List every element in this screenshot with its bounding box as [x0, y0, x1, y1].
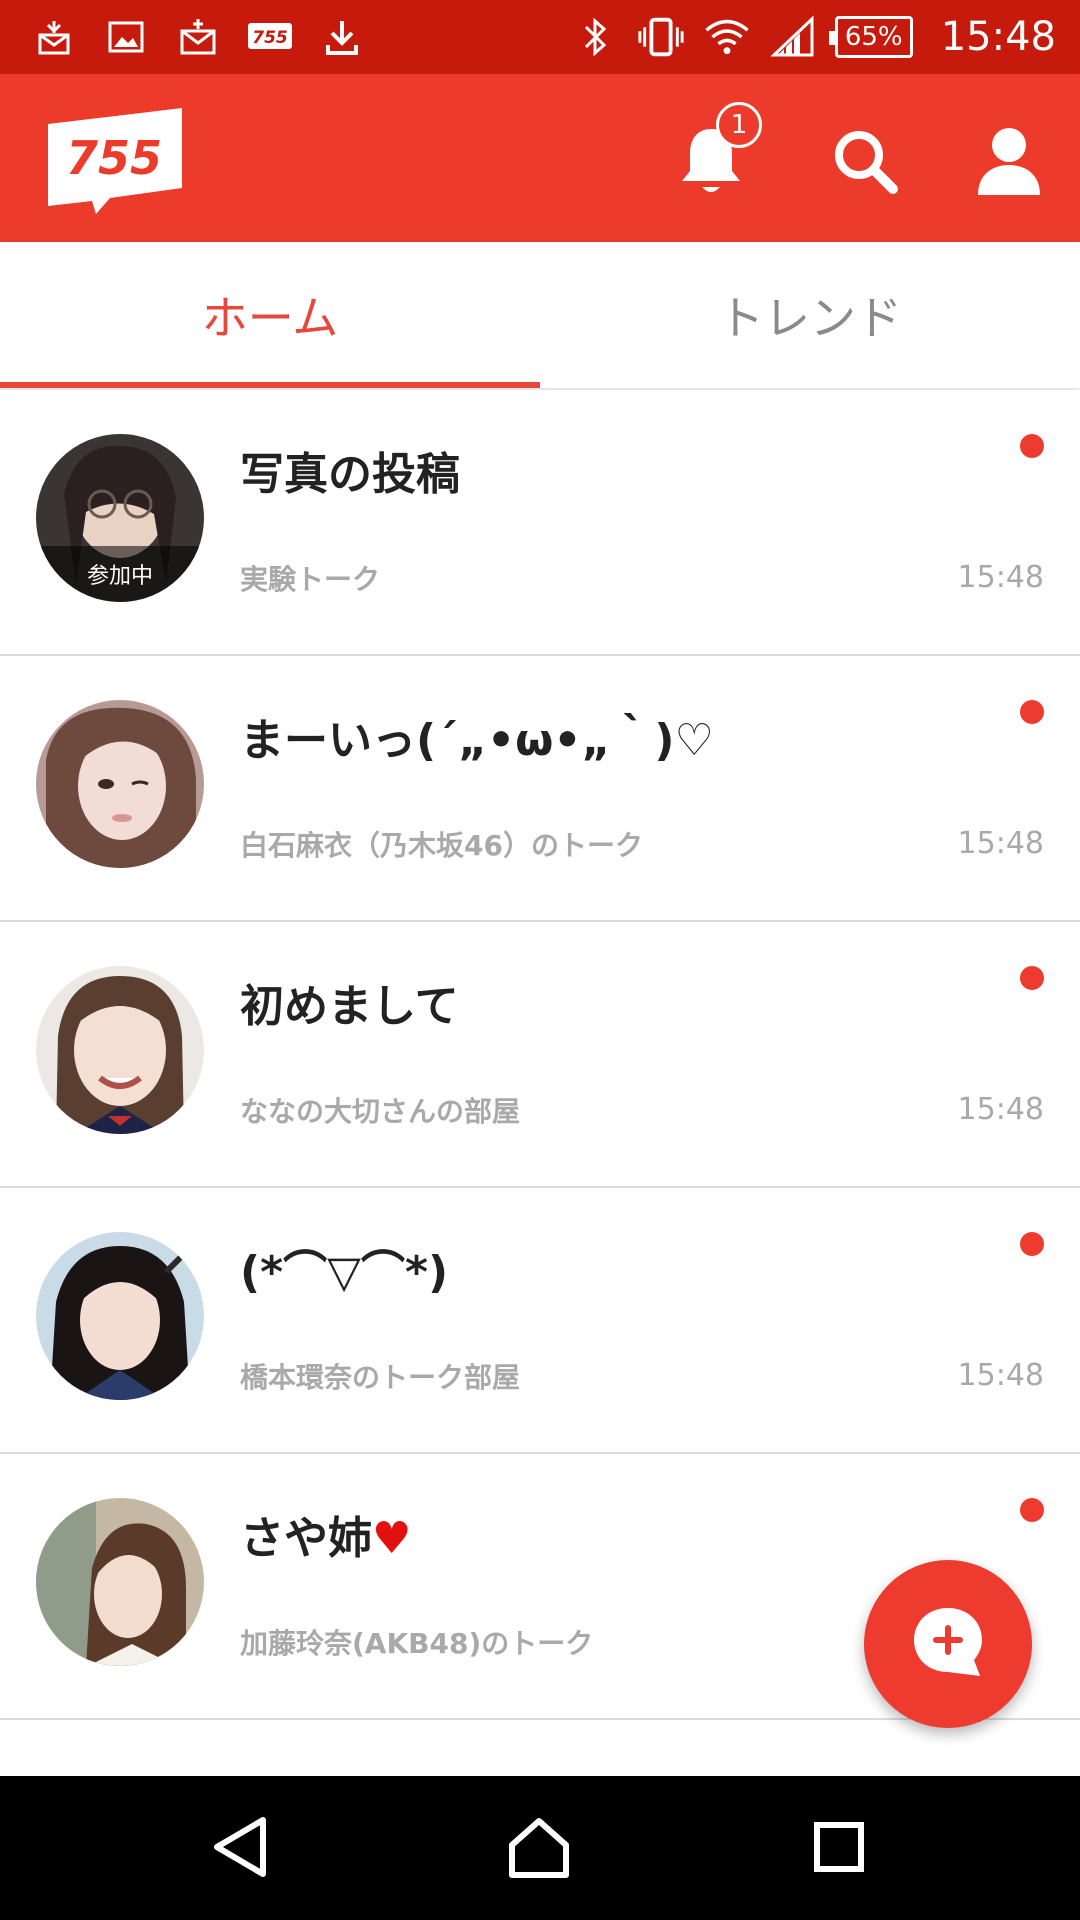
talk-title-text: さや姉	[240, 1513, 372, 1564]
avatar	[36, 966, 204, 1134]
navigation-bar	[0, 1776, 1080, 1920]
list-item[interactable]: (*⌒▽⌒*) 橋本環奈のトーク部屋 15:48	[0, 1188, 1080, 1454]
tab-home[interactable]: ホーム	[0, 242, 540, 388]
unread-dot	[1020, 1232, 1044, 1256]
vibrate-icon	[637, 13, 685, 61]
talk-title: さや姉♥	[240, 1502, 411, 1566]
back-icon	[211, 1814, 271, 1884]
status-bar-time: 15:48	[940, 14, 1056, 60]
unread-dot	[1020, 434, 1044, 458]
wifi-icon	[703, 13, 751, 61]
status-bar: 755 65% 15:48	[0, 0, 1080, 74]
talk-room-name: 白石麻衣（乃木坂46）のトーク	[240, 829, 643, 862]
list-item[interactable]: まーいっ(´„•ω•„｀)♡ 白石麻衣（乃木坂46）のトーク 15:48	[0, 656, 1080, 922]
svg-text:755: 755	[252, 28, 288, 48]
profile-icon	[974, 125, 1044, 201]
talk-title: 写真の投稿	[240, 449, 460, 500]
search-button[interactable]	[820, 118, 910, 208]
battery-indicator: 65%	[828, 16, 913, 58]
talk-time: 15:48	[957, 1358, 1044, 1393]
heart-icon: ♥	[372, 1513, 412, 1564]
avatar: 参加中	[36, 434, 204, 602]
profile-button[interactable]	[964, 118, 1054, 208]
avatar	[36, 1498, 204, 1666]
app-logo[interactable]: 755	[46, 106, 186, 214]
home-button[interactable]	[494, 1804, 584, 1894]
talk-time: 15:48	[957, 826, 1044, 861]
app-bar: 755 1	[0, 74, 1080, 242]
list-item[interactable]: 参加中 写真の投稿 実験トーク 15:48	[0, 390, 1080, 656]
talk-time: 15:48	[957, 560, 1044, 595]
unread-dot	[1020, 966, 1044, 990]
talk-title: (*⌒▽⌒*)	[240, 1247, 449, 1298]
talk-room-name: 橋本環奈のトーク部屋	[240, 1361, 521, 1394]
back-button[interactable]	[196, 1804, 286, 1894]
active-tab-indicator	[0, 382, 540, 388]
talk-title: 初めまして	[240, 981, 459, 1032]
list-item[interactable]: 初めまして ななの大切さんの部屋 15:48	[0, 922, 1080, 1188]
talk-room-name: 加藤玲奈(AKB48)のトーク	[240, 1627, 594, 1660]
talk-room-name: ななの大切さんの部屋	[240, 1095, 521, 1128]
unread-dot	[1020, 700, 1044, 724]
svg-text:755: 755	[66, 131, 162, 185]
new-talk-button[interactable]	[864, 1560, 1032, 1728]
avatar	[36, 1232, 204, 1400]
home-icon	[506, 1815, 572, 1883]
talk-room-name: 実験トーク	[240, 563, 381, 596]
avatar	[36, 700, 204, 868]
notification-count-badge: 1	[716, 102, 762, 148]
tab-trend[interactable]: トレンド	[540, 242, 1080, 388]
tab-bar: ホーム トレンド	[0, 242, 1080, 388]
755-app-icon: 755	[246, 13, 294, 61]
unread-dot	[1020, 1498, 1044, 1522]
signal-icon	[769, 13, 817, 61]
recent-apps-icon	[811, 1819, 867, 1879]
gift-notification-icon	[30, 13, 78, 61]
status-bar-system-icons: 65% 15:48	[571, 10, 1056, 64]
bluetooth-icon	[571, 13, 619, 61]
recent-apps-button[interactable]	[794, 1804, 884, 1894]
download-icon	[318, 13, 366, 61]
status-bar-notification-icons: 755	[30, 12, 366, 62]
new-talk-icon	[908, 1602, 988, 1686]
talk-title: まーいっ(´„•ω•„｀)♡	[240, 715, 714, 766]
talk-list: 参加中 写真の投稿 実験トーク 15:48 まーいっ(´„•ω•„｀)♡ 白石麻…	[0, 390, 1080, 1720]
mail-icon	[174, 13, 222, 61]
talk-time: 15:48	[957, 1092, 1044, 1127]
image-icon	[102, 13, 150, 61]
search-icon	[829, 125, 901, 201]
joined-badge: 参加中	[36, 546, 204, 602]
